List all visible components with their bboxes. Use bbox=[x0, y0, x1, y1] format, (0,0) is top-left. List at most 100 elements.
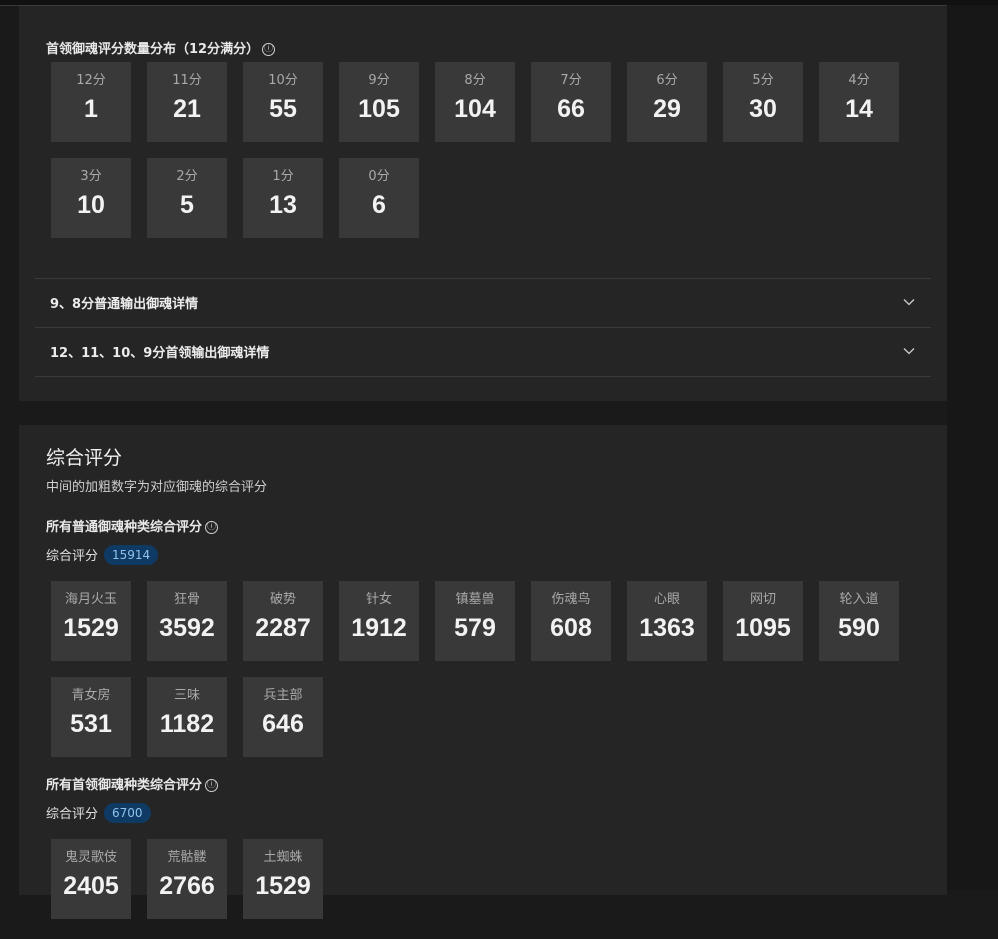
score-card-value: 1529 bbox=[255, 872, 311, 900]
score-card-value: 1182 bbox=[159, 710, 215, 738]
score-card: 土蜘蛛 1529 bbox=[243, 839, 323, 919]
score-card-label: 三味 bbox=[173, 688, 200, 703]
score-card-value: 2766 bbox=[159, 872, 215, 900]
score-card-label: 轮入道 bbox=[839, 592, 879, 607]
section-title: 综合评分 bbox=[46, 447, 123, 469]
accordion-boss-output-details[interactable]: 12、11、10、9分首领输出御魂详情 bbox=[35, 327, 931, 377]
score-card: 10分 55 bbox=[243, 62, 323, 142]
composite-score-panel: 综合评分 中间的加粗数字为对应御魂的综合评分 所有普通御魂种类综合评分 ⓘ 综合评… bbox=[19, 425, 947, 919]
score-card-value: 590 bbox=[838, 614, 880, 642]
score-card-label: 海月火玉 bbox=[64, 592, 117, 607]
score-card-label: 兵主部 bbox=[263, 688, 303, 703]
score-card-value: 646 bbox=[262, 710, 304, 738]
score-card-label: 12分 bbox=[76, 73, 106, 88]
score-card: 狂骨 3592 bbox=[147, 581, 227, 661]
info-icon[interactable]: ⓘ bbox=[205, 779, 219, 792]
score-card: 7分 66 bbox=[531, 62, 611, 142]
score-distribution-grid: 12分 1 11分 21 10分 55 9分 105 8分 104 7分 66 6分 29 5分 30 4分 14… bbox=[51, 62, 911, 242]
score-badge: 6700 bbox=[104, 803, 151, 823]
score-card: 2分 5 bbox=[147, 158, 227, 238]
score-card-value: 608 bbox=[550, 614, 592, 642]
score-card: 4分 14 bbox=[819, 62, 899, 142]
score-label: 综合评分 bbox=[46, 807, 99, 822]
score-card: 5分 30 bbox=[723, 62, 803, 142]
score-card-value: 1363 bbox=[639, 614, 695, 642]
score-card-label: 7分 bbox=[560, 73, 582, 88]
score-card-label: 5分 bbox=[752, 73, 774, 88]
score-card-value: 55 bbox=[269, 95, 297, 123]
score-card-value: 1529 bbox=[63, 614, 119, 642]
score-card-label: 3分 bbox=[80, 169, 102, 184]
boss-distribution-heading: 首领御魂评分数量分布（12分满分） ⓘ bbox=[46, 38, 276, 57]
accordion-normal-output-details[interactable]: 9、8分普通输出御魂详情 bbox=[35, 278, 931, 327]
score-card: 11分 21 bbox=[147, 62, 227, 142]
score-card-label: 4分 bbox=[848, 73, 870, 88]
score-card-label: 10分 bbox=[268, 73, 298, 88]
score-card-value: 13 bbox=[269, 191, 297, 219]
info-icon[interactable]: ⓘ bbox=[262, 43, 276, 56]
score-card-value: 104 bbox=[454, 95, 496, 123]
score-card: 9分 105 bbox=[339, 62, 419, 142]
score-card-label: 心眼 bbox=[653, 592, 680, 607]
score-card-label: 青女房 bbox=[71, 688, 111, 703]
score-card: 鬼灵歌伎 2405 bbox=[51, 839, 131, 919]
score-badge: 15914 bbox=[104, 545, 159, 565]
score-card-label: 伤魂鸟 bbox=[551, 592, 591, 607]
score-card-label: 鬼灵歌伎 bbox=[64, 850, 117, 865]
score-card-value: 2405 bbox=[63, 872, 119, 900]
score-card-label: 0分 bbox=[368, 169, 390, 184]
score-label: 综合评分 bbox=[46, 549, 99, 564]
score-card: 8分 104 bbox=[435, 62, 515, 142]
score-card-label: 8分 bbox=[464, 73, 486, 88]
boss-distribution-panel: 首领御魂评分数量分布（12分满分） ⓘ 12分 1 11分 21 10分 55 9分 105 8分… bbox=[19, 6, 947, 401]
score-card-value: 579 bbox=[454, 614, 496, 642]
score-card-label: 土蜘蛛 bbox=[263, 850, 303, 865]
score-card-label: 9分 bbox=[368, 73, 390, 88]
score-card: 青女房 531 bbox=[51, 677, 131, 757]
normal-score-row: 综合评分 15914 bbox=[46, 545, 159, 565]
score-card: 破势 2287 bbox=[243, 581, 323, 661]
score-card-label: 破势 bbox=[269, 592, 296, 607]
boss-composite-title: 所有首领御魂种类综合评分 bbox=[46, 778, 203, 793]
score-card: 荒骷髅 2766 bbox=[147, 839, 227, 919]
score-card-value: 10 bbox=[77, 191, 105, 219]
score-card-value: 21 bbox=[173, 95, 201, 123]
accordion-title: 9、8分普通输出御魂详情 bbox=[50, 297, 199, 312]
score-card: 3分 10 bbox=[51, 158, 131, 238]
score-card: 0分 6 bbox=[339, 158, 419, 238]
score-card-label: 针女 bbox=[365, 592, 392, 607]
score-card-label: 2分 bbox=[176, 169, 198, 184]
score-card-value: 531 bbox=[70, 710, 112, 738]
normal-composite-title: 所有普通御魂种类综合评分 bbox=[46, 520, 203, 535]
score-card-label: 狂骨 bbox=[173, 592, 200, 607]
normal-soul-score-grid: 海月火玉 1529 狂骨 3592 破势 2287 针女 1912 镇墓兽 579 伤魂鸟 608 心眼… bbox=[51, 581, 911, 757]
score-card: 海月火玉 1529 bbox=[51, 581, 131, 661]
info-icon[interactable]: ⓘ bbox=[205, 521, 219, 534]
right-gutter bbox=[947, 5, 998, 890]
score-card: 三味 1182 bbox=[147, 677, 227, 757]
score-card-value: 1095 bbox=[735, 614, 791, 642]
score-card-label: 荒骷髅 bbox=[167, 850, 207, 865]
score-card-value: 1912 bbox=[351, 614, 407, 642]
chevron-down-icon bbox=[903, 348, 915, 355]
score-card-label: 1分 bbox=[272, 169, 294, 184]
score-card-label: 网切 bbox=[749, 592, 776, 607]
normal-composite-heading: 所有普通御魂种类综合评分 ⓘ bbox=[46, 516, 219, 535]
score-card: 针女 1912 bbox=[339, 581, 419, 661]
score-card-value: 29 bbox=[653, 95, 681, 123]
score-card-value: 66 bbox=[557, 95, 585, 123]
score-card-value: 1 bbox=[84, 95, 98, 123]
score-card-value: 6 bbox=[372, 191, 386, 219]
score-card: 1分 13 bbox=[243, 158, 323, 238]
score-card-value: 14 bbox=[845, 95, 873, 123]
score-card: 兵主部 646 bbox=[243, 677, 323, 757]
score-card-label: 镇墓兽 bbox=[455, 592, 495, 607]
score-card-value: 2287 bbox=[255, 614, 311, 642]
score-card-label: 11分 bbox=[172, 73, 202, 88]
accordion-title: 12、11、10、9分首领输出御魂详情 bbox=[50, 346, 270, 361]
boss-distribution-title: 首领御魂评分数量分布（12分满分） bbox=[46, 42, 260, 57]
chevron-down-icon bbox=[903, 299, 915, 306]
score-card: 6分 29 bbox=[627, 62, 707, 142]
score-card: 镇墓兽 579 bbox=[435, 581, 515, 661]
score-card-value: 30 bbox=[749, 95, 777, 123]
